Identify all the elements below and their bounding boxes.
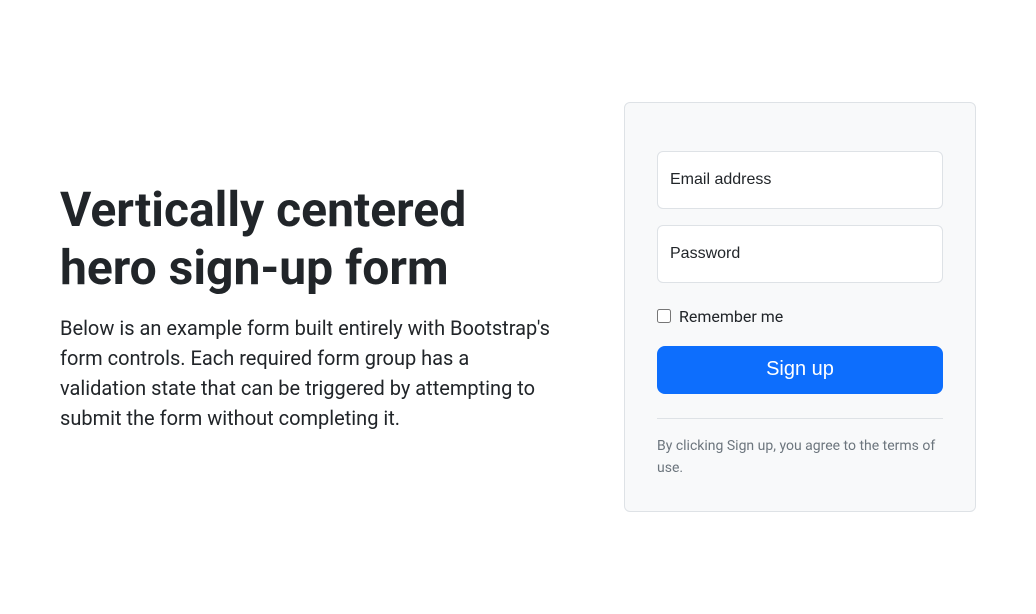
terms-text: By clicking Sign up, you agree to the te… [657, 435, 943, 480]
remember-me-row: Remember me [657, 307, 943, 326]
form-divider [657, 418, 943, 419]
password-field[interactable] [657, 225, 943, 283]
signup-form-card: Remember me Sign up By clicking Sign up,… [624, 102, 976, 513]
hero-heading: Vertically centered hero sign-up form [60, 181, 554, 296]
hero-text-column: Vertically centered hero sign-up form Be… [60, 181, 554, 432]
signup-button[interactable]: Sign up [657, 346, 943, 394]
email-field[interactable] [657, 151, 943, 209]
remember-me-checkbox[interactable] [657, 309, 671, 323]
remember-me-label[interactable]: Remember me [679, 307, 783, 326]
hero-description: Below is an example form built entirely … [60, 313, 554, 433]
form-column: Remember me Sign up By clicking Sign up,… [624, 102, 976, 513]
hero-container: Vertically centered hero sign-up form Be… [60, 102, 976, 513]
